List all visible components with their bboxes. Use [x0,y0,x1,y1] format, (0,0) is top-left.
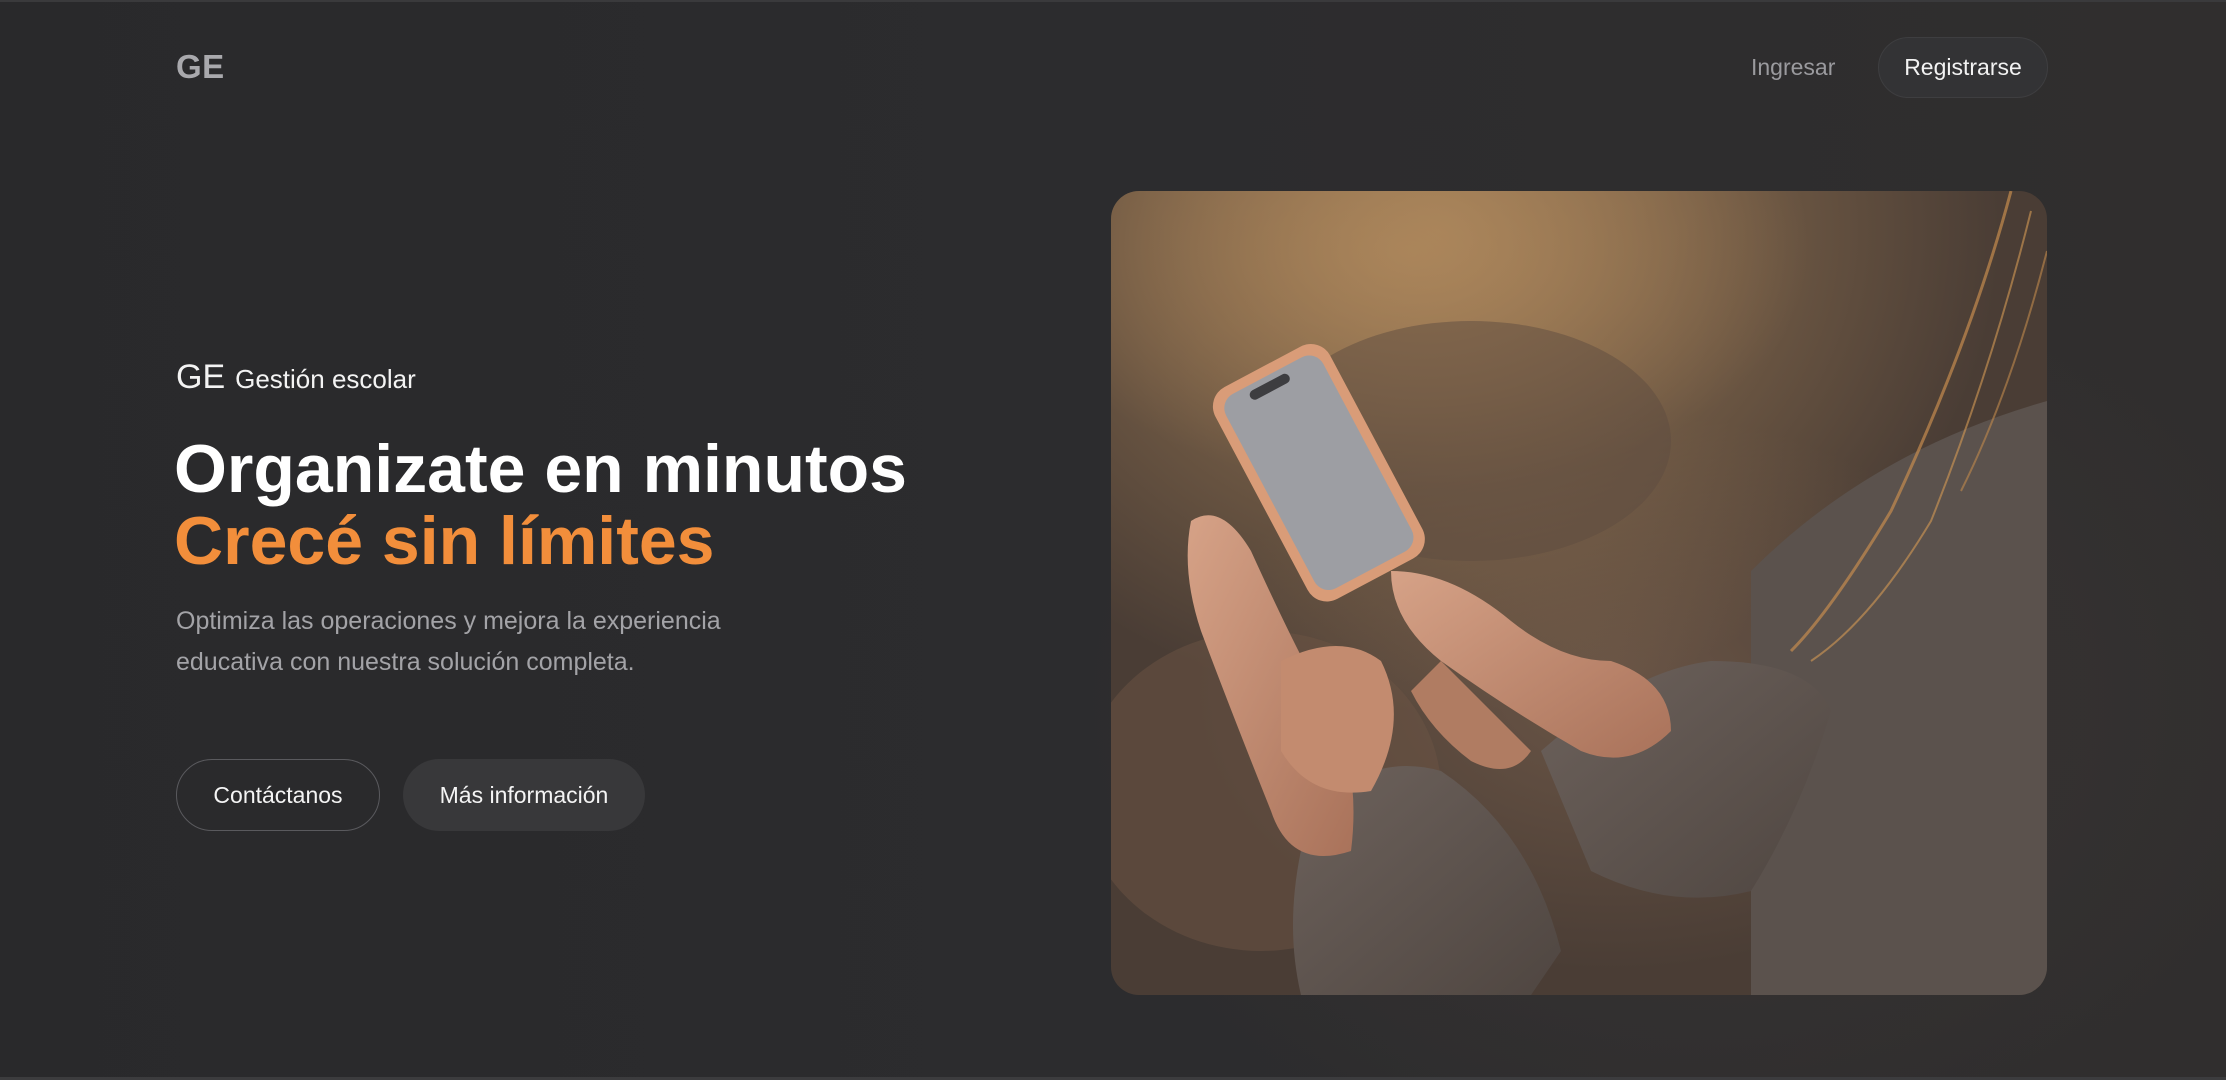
phone-in-hands-illustration [1111,191,2047,995]
brand-line: GE Gestión escolar [176,358,416,397]
brand-name: Gestión escolar [235,364,416,394]
top-divider [0,0,2226,2]
hero-image [1111,191,2047,995]
brand-abbreviation: GE [176,358,226,396]
login-link[interactable]: Ingresar [1751,54,1835,81]
logo[interactable]: GE [176,48,225,86]
landing-page: GE Ingresar Registrarse GE Gestión escol… [0,0,2226,1080]
contact-button[interactable]: Contáctanos [176,759,380,831]
more-info-button[interactable]: Más información [403,759,645,831]
hero-headline-accent: Crecé sin límites [174,503,715,579]
hero-description: Optimiza las operaciones y mejora la exp… [176,607,721,676]
hero-headline: Organizate en minutos [174,431,907,507]
register-button[interactable]: Registrarse [1878,37,2048,98]
